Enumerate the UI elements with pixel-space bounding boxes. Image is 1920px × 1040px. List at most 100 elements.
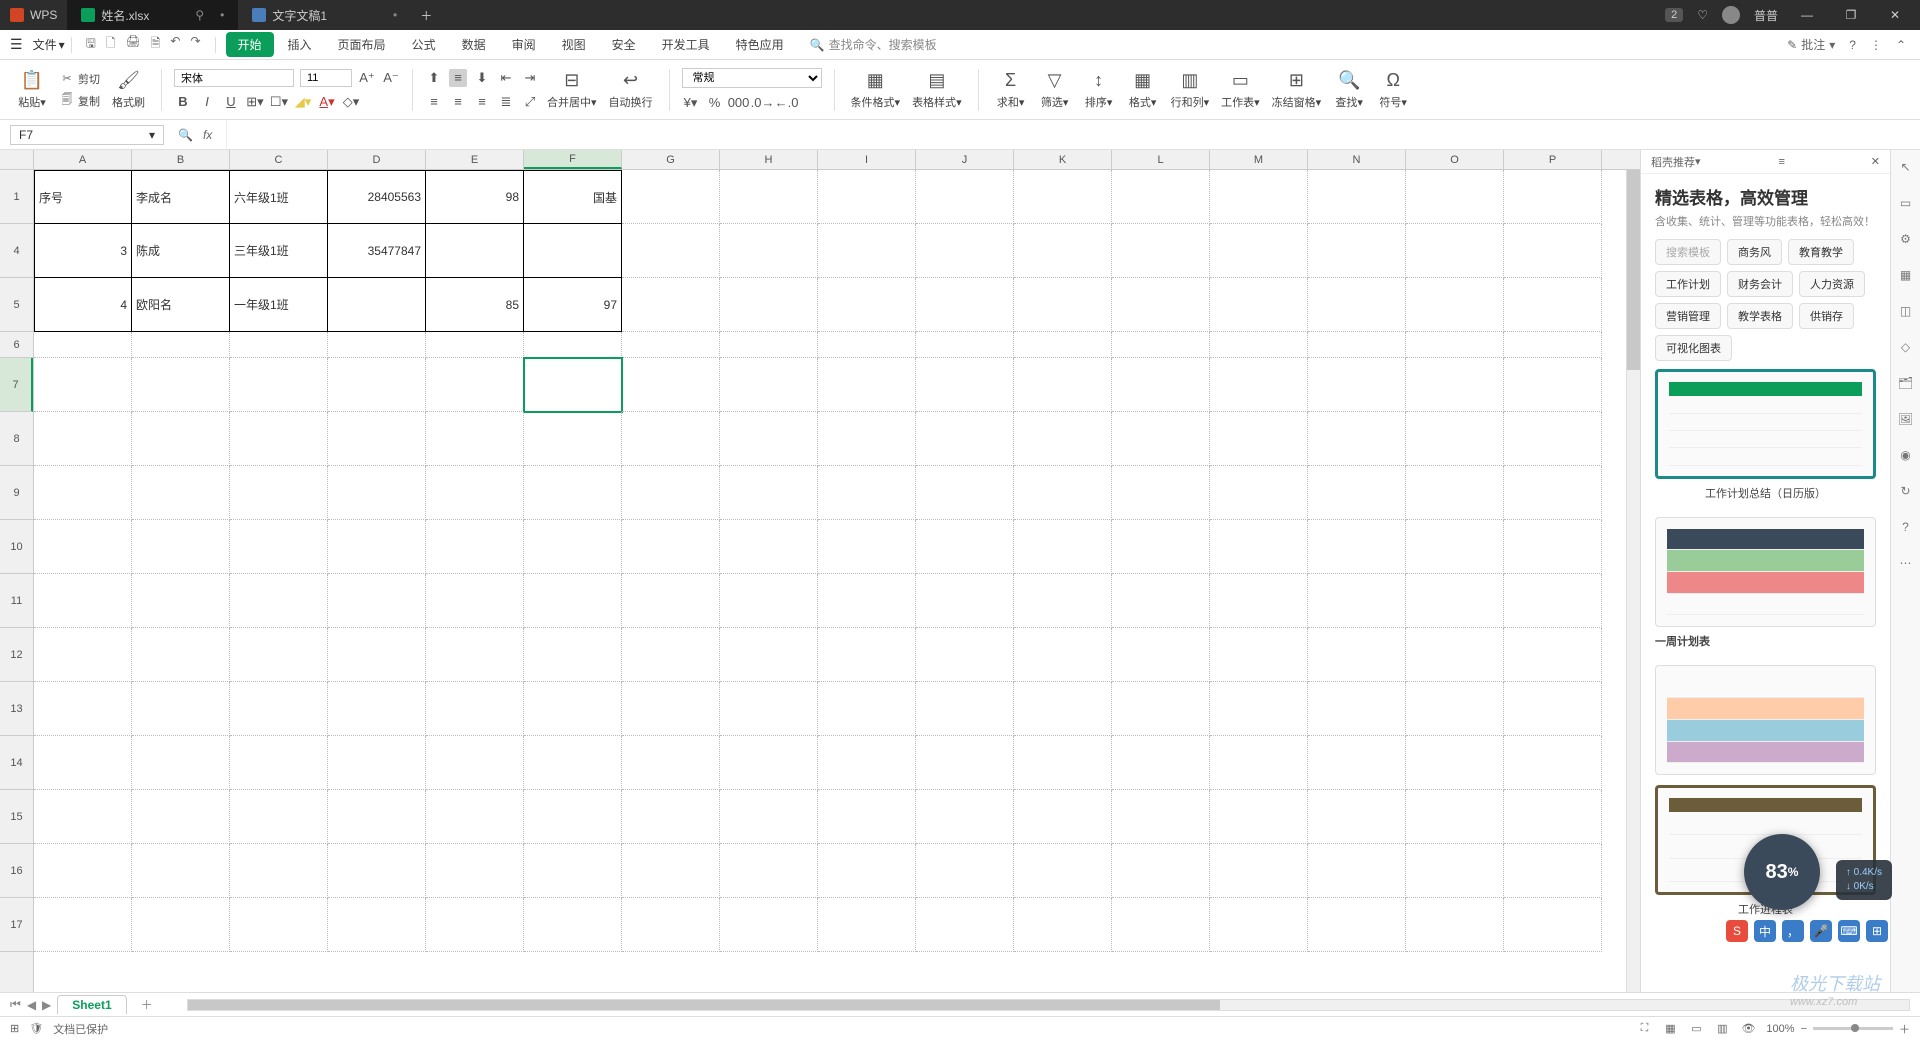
cell[interactable] — [1504, 224, 1602, 278]
cell[interactable] — [1406, 520, 1504, 574]
zoom-formula-icon[interactable]: 🔍 — [178, 128, 193, 142]
cell[interactable] — [132, 574, 230, 628]
cell[interactable] — [622, 170, 720, 224]
scrollbar-thumb[interactable] — [1627, 170, 1640, 370]
cell[interactable] — [524, 898, 622, 952]
copy-button[interactable]: 🗐复制 — [56, 92, 104, 110]
add-tab-button[interactable]: ＋ — [411, 7, 441, 24]
cell[interactable] — [426, 736, 524, 790]
tab-close-icon[interactable]: • — [393, 8, 397, 22]
align-middle-icon[interactable]: ≡ — [449, 69, 467, 87]
cell[interactable] — [524, 332, 622, 358]
cell[interactable] — [426, 332, 524, 358]
file-menu[interactable]: 文件 ▾ — [27, 36, 71, 53]
cell[interactable]: 85 — [426, 278, 524, 332]
clear-format-icon[interactable]: ◇▾ — [342, 93, 360, 111]
cell[interactable] — [426, 358, 524, 412]
cell[interactable] — [230, 332, 328, 358]
grid-icon[interactable]: ▦ — [1897, 266, 1915, 284]
cell[interactable] — [1014, 358, 1112, 412]
filter-chip[interactable]: 工作计划 — [1655, 271, 1721, 297]
cell[interactable] — [524, 736, 622, 790]
wrap-text-button[interactable]: ↩ 自动换行 — [605, 68, 657, 112]
add-sheet-button[interactable]: ＋ — [133, 996, 161, 1013]
column-header[interactable]: J — [916, 150, 1014, 169]
cell[interactable] — [1112, 682, 1210, 736]
cell[interactable] — [1406, 682, 1504, 736]
tab-page-layout[interactable]: 页面布局 — [326, 32, 398, 57]
cell[interactable] — [916, 278, 1014, 332]
comments-button[interactable]: ✎ 批注 ▾ — [1787, 36, 1835, 53]
cell[interactable] — [132, 898, 230, 952]
cell[interactable] — [622, 332, 720, 358]
cell[interactable] — [1504, 278, 1602, 332]
select-all-corner[interactable] — [0, 150, 34, 170]
cell[interactable] — [1014, 170, 1112, 224]
cell[interactable] — [1308, 844, 1406, 898]
cell[interactable] — [230, 682, 328, 736]
cell[interactable] — [132, 790, 230, 844]
cell[interactable] — [328, 520, 426, 574]
name-box[interactable]: F7 ▾ — [10, 125, 164, 145]
cell[interactable] — [230, 466, 328, 520]
filter-button[interactable]: ▽筛选▾ — [1035, 68, 1075, 112]
cell[interactable] — [1112, 844, 1210, 898]
spreadsheet-grid[interactable]: ABCDEFGHIJKLMNOP 14567891011121314151617… — [0, 150, 1640, 992]
cell[interactable] — [720, 898, 818, 952]
cell[interactable] — [1504, 844, 1602, 898]
close-button[interactable]: ✕ — [1880, 8, 1910, 22]
cell[interactable] — [720, 224, 818, 278]
align-bottom-icon[interactable]: ⬇ — [473, 69, 491, 87]
cell[interactable] — [1504, 466, 1602, 520]
cell[interactable] — [426, 574, 524, 628]
column-header[interactable]: B — [132, 150, 230, 169]
filter-chip[interactable]: 商务风 — [1727, 239, 1782, 265]
font-color-icon[interactable]: A▾ — [318, 93, 336, 111]
cell[interactable] — [622, 682, 720, 736]
cell[interactable] — [916, 844, 1014, 898]
cell[interactable] — [1210, 844, 1308, 898]
cell[interactable] — [328, 898, 426, 952]
row-header[interactable]: 15 — [0, 790, 33, 844]
column-header[interactable]: H — [720, 150, 818, 169]
cell[interactable] — [1112, 278, 1210, 332]
cell[interactable] — [622, 844, 720, 898]
cell[interactable] — [524, 790, 622, 844]
cell[interactable] — [720, 412, 818, 466]
cell[interactable] — [230, 628, 328, 682]
cell[interactable] — [328, 466, 426, 520]
minimize-button[interactable]: — — [1792, 8, 1822, 22]
percent-icon[interactable]: % — [706, 94, 724, 112]
cell[interactable] — [426, 466, 524, 520]
cell[interactable] — [1210, 898, 1308, 952]
tab-data[interactable]: 数据 — [450, 32, 498, 57]
cell[interactable] — [1406, 736, 1504, 790]
cell[interactable] — [1308, 628, 1406, 682]
tab-pin-icon[interactable]: ⚲ — [195, 8, 204, 22]
increase-indent-icon[interactable]: ⇥ — [521, 69, 539, 87]
cell[interactable] — [230, 358, 328, 412]
cell[interactable] — [720, 170, 818, 224]
cell[interactable] — [1014, 898, 1112, 952]
column-header[interactable]: N — [1308, 150, 1406, 169]
column-header[interactable]: O — [1406, 150, 1504, 169]
cell[interactable] — [720, 466, 818, 520]
cell[interactable] — [34, 358, 132, 412]
templates-icon[interactable]: 🗂 — [1897, 374, 1915, 392]
cell[interactable] — [132, 682, 230, 736]
paste-button[interactable]: 📋 粘贴▾ — [12, 68, 52, 112]
cell[interactable] — [524, 466, 622, 520]
cell[interactable] — [818, 520, 916, 574]
zoom-level[interactable]: 100% — [1766, 1023, 1794, 1035]
cell[interactable] — [720, 790, 818, 844]
symbol-button[interactable]: Ω符号▾ — [1373, 68, 1413, 112]
cell[interactable] — [916, 412, 1014, 466]
zoom-slider[interactable] — [1813, 1027, 1893, 1030]
cell[interactable] — [1406, 574, 1504, 628]
font-size-input[interactable] — [300, 69, 352, 87]
cell[interactable] — [328, 682, 426, 736]
cell[interactable] — [230, 898, 328, 952]
cell[interactable]: 4 — [34, 278, 132, 332]
cell[interactable] — [328, 332, 426, 358]
filter-chip[interactable]: 可视化图表 — [1655, 335, 1732, 361]
